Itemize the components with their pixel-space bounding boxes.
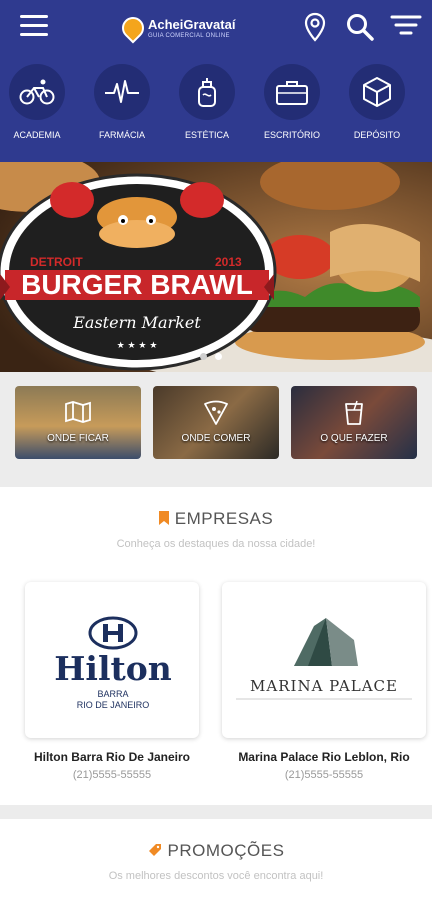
tag-icon — [148, 844, 161, 856]
marina-palace-logo-text: MARINA PALACE — [250, 677, 398, 695]
category-row: ACADEMIA FARMÁCIA ESTÉTICA ESCRITÓRIO DE… — [0, 64, 432, 150]
quick-link-onde-comer[interactable]: ONDE COMER — [153, 386, 279, 459]
carousel-dot-active[interactable] — [215, 353, 222, 360]
logo-subtitle: GUIA COMERCIAL ONLINE — [148, 32, 230, 39]
app-logo[interactable]: AcheiGravataí GUIA COMERCIAL ONLINE — [117, 12, 236, 44]
drink-icon — [343, 400, 365, 433]
hilton-logo-sub2: RIO DE JANEIRO — [77, 700, 150, 710]
pizza-icon — [203, 400, 229, 431]
empresas-title: EMPRESAS — [0, 509, 432, 529]
promocoes-title: PROMOÇÕES — [0, 841, 432, 861]
company-phone: (21)5555-55555 — [72, 769, 152, 781]
carousel-dot[interactable] — [200, 353, 207, 360]
hilton-logo-text: Hilton — [54, 649, 172, 688]
company-card-hilton[interactable]: Hilton BARRA RIO DE JANEIRO — [25, 582, 199, 738]
heartbeat-icon — [94, 64, 150, 120]
briefcase-icon — [264, 64, 320, 120]
bookmark-icon — [158, 511, 169, 525]
banner-title: BURGER BRAWL — [21, 269, 253, 300]
logo-pin-icon — [117, 12, 149, 44]
banner-subtitle: Eastern Market — [72, 313, 201, 332]
bicycle-icon — [9, 64, 65, 120]
category-academia[interactable]: ACADEMIA — [0, 64, 79, 140]
company-name[interactable]: Marina Palace Rio Leblon, Rio — [224, 750, 424, 764]
filter-icon[interactable] — [390, 12, 422, 40]
promo-banner[interactable]: BURGER BRAWL DETROIT 2013 Eastern Market… — [0, 162, 432, 372]
company-name[interactable]: Hilton Barra Rio De Janeiro — [12, 750, 212, 764]
marina-palace-logo: MARINA PALACE — [236, 618, 412, 700]
category-escritorio[interactable]: ESCRITÓRIO — [250, 64, 334, 140]
company-phone: (21)5555-55555 — [284, 769, 364, 781]
empresas-subtitle: Conheça os destaques da nossa cidade! — [116, 538, 316, 550]
promocoes-title-text: PROMOÇÕES — [167, 841, 285, 860]
quick-link-onde-ficar[interactable]: ONDE FICAR — [15, 386, 141, 459]
category-label: ESTÉTICA — [184, 130, 229, 140]
map-icon — [64, 400, 92, 429]
top-bar: AcheiGravataí GUIA COMERCIAL ONLINE — [0, 0, 432, 56]
category-label: ACADEMIA — [13, 130, 61, 140]
svg-text:★ ★ ★ ★: ★ ★ ★ ★ — [117, 341, 158, 351]
burger-brawl-image: BURGER BRAWL DETROIT 2013 Eastern Market… — [0, 162, 432, 372]
promocoes-subtitle: Os melhores descontos você encontra aqui… — [108, 870, 324, 882]
banner-year: 2013 — [215, 255, 242, 269]
banner-city: DETROIT — [30, 255, 83, 269]
category-label: FARMÁCIA — [98, 130, 145, 140]
quick-link-o-que-fazer[interactable]: O QUE FAZER — [291, 386, 417, 459]
empresas-title-text: EMPRESAS — [174, 509, 274, 528]
app-header: AcheiGravataí GUIA COMERCIAL ONLINE ACAD… — [0, 0, 432, 162]
category-deposito[interactable]: DEPÓSITO — [335, 64, 419, 140]
location-pin-icon[interactable] — [302, 12, 330, 42]
menu-icon[interactable] — [20, 15, 48, 37]
category-farmacia[interactable]: FARMÁCIA — [80, 64, 164, 140]
company-card-marina-palace[interactable]: MARINA PALACE — [222, 582, 426, 738]
box-icon — [349, 64, 405, 120]
search-icon[interactable] — [345, 12, 374, 41]
quick-link-label: ONDE COMER — [181, 433, 251, 444]
hilton-logo-sub1: BARRA — [97, 689, 128, 699]
category-label: DEPÓSITO — [353, 130, 401, 140]
category-estetica[interactable]: ESTÉTICA — [165, 64, 249, 140]
skincare-icon — [179, 64, 235, 120]
logo-title: AcheiGravataí — [148, 16, 236, 32]
category-label: ESCRITÓRIO — [263, 130, 320, 140]
quick-link-label: O QUE FAZER — [320, 433, 388, 444]
hilton-logo: Hilton BARRA RIO DE JANEIRO — [54, 616, 172, 710]
carousel-dots — [200, 353, 222, 360]
quick-link-label: ONDE FICAR — [47, 433, 109, 444]
